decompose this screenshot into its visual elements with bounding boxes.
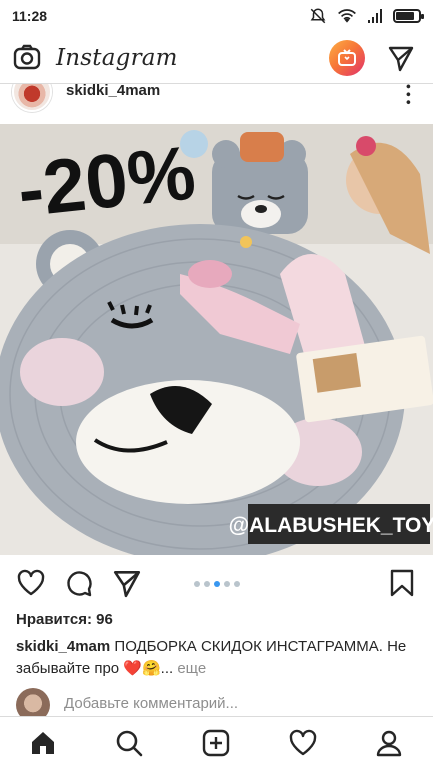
search-icon[interactable] xyxy=(114,728,144,758)
likes-count[interactable]: Нравится: 96 xyxy=(16,611,113,628)
post-image[interactable]: -20% @ALABUSHEK_TOYS xyxy=(0,124,433,555)
comment-icon[interactable] xyxy=(64,568,94,598)
app-title: Instagram xyxy=(56,44,178,71)
status-time: 11:28 xyxy=(12,8,48,24)
mute-notifications-icon xyxy=(310,8,326,24)
activity-icon[interactable] xyxy=(288,728,318,758)
battery-icon xyxy=(393,9,424,23)
top-bar: Instagram xyxy=(0,32,433,84)
share-icon[interactable] xyxy=(112,568,142,598)
current-user-avatar xyxy=(16,688,50,716)
home-icon[interactable] xyxy=(28,728,58,758)
carousel-indicator xyxy=(193,581,240,587)
carousel-dot xyxy=(203,581,210,587)
add-comment-row[interactable]: Добавьте комментарий... xyxy=(0,688,433,716)
wifi-icon xyxy=(338,9,356,23)
post-author-avatar[interactable] xyxy=(12,84,52,112)
bookmark-icon[interactable] xyxy=(389,568,415,598)
carousel-dot xyxy=(193,581,200,587)
caption-username[interactable]: skidki_4mam xyxy=(16,638,110,655)
post-options-icon[interactable]: ••• xyxy=(401,84,417,108)
comment-input-placeholder[interactable]: Добавьте комментарий... xyxy=(64,695,238,712)
bottom-navigation xyxy=(0,716,433,770)
status-bar: 11:28 xyxy=(0,0,433,32)
watermark-text: @ALABUSHEK_TOYS xyxy=(229,514,433,537)
post-actions xyxy=(0,562,433,604)
post-author-username[interactable]: skidki_4mam xyxy=(66,84,160,99)
profile-icon[interactable] xyxy=(374,728,404,758)
post-header: skidki_4mam ••• xyxy=(0,84,433,124)
carousel-dot xyxy=(233,581,240,587)
post-caption: skidki_4mam ПОДБОРКА СКИДОК ИНСТАГРАММА.… xyxy=(16,636,421,680)
heart-icon[interactable] xyxy=(16,568,46,598)
camera-icon[interactable] xyxy=(12,43,42,73)
caption-more-link[interactable]: еще xyxy=(177,660,206,677)
add-post-icon[interactable] xyxy=(201,728,231,758)
signal-icon xyxy=(368,9,382,23)
direct-icon[interactable] xyxy=(387,44,415,72)
igtv-icon[interactable] xyxy=(329,39,365,76)
carousel-dot xyxy=(223,581,230,587)
carousel-dot-active xyxy=(213,581,220,587)
